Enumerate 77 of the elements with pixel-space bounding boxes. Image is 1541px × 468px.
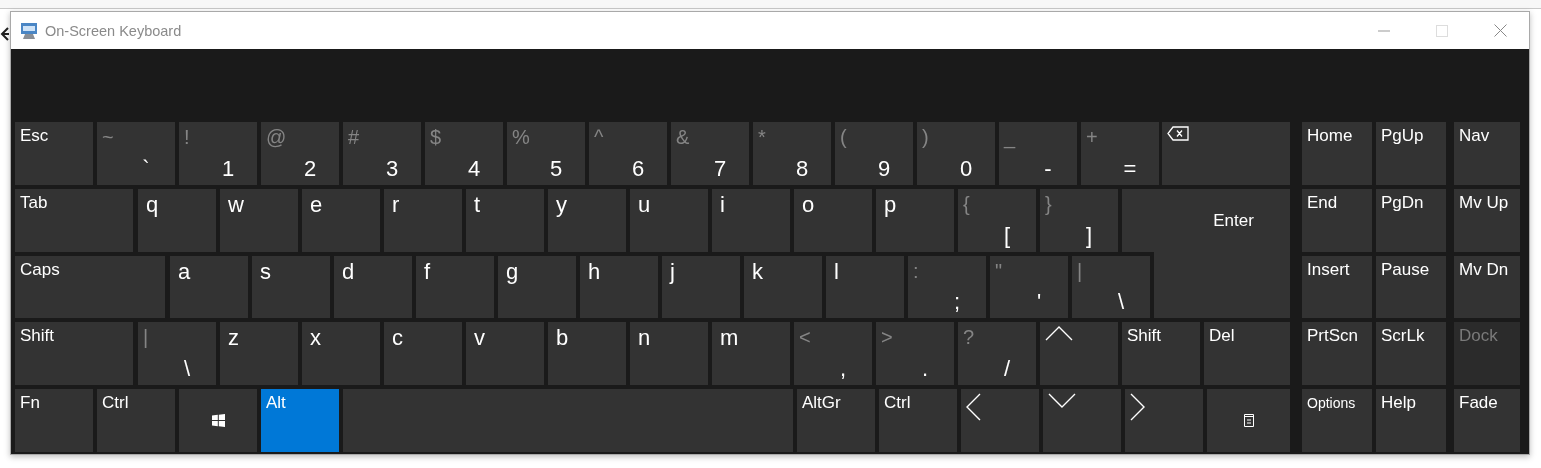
keyboard-key[interactable]: Shift: [1122, 322, 1200, 385]
keyboard-key[interactable]: Del: [1204, 322, 1290, 385]
keyboard-key[interactable]: f: [416, 256, 494, 318]
keyboard-key[interactable]: Shift: [15, 322, 133, 385]
keyboard-key[interactable]: j: [662, 256, 740, 318]
keyboard-key[interactable]: w: [220, 189, 298, 252]
keyboard-key[interactable]: Ctrl: [97, 389, 175, 452]
keyboard-key[interactable]: > .: [876, 322, 954, 385]
keyboard-key[interactable]: Options: [1302, 389, 1372, 452]
keyboard-key[interactable]: r: [384, 189, 462, 252]
maximize-icon[interactable]: [1436, 24, 1448, 37]
windows-icon: [211, 414, 225, 427]
keyboard-key[interactable]: e: [302, 189, 380, 252]
keyboard-key[interactable]: n: [630, 322, 708, 385]
chevron-left-icon: [966, 393, 981, 421]
minimize-icon[interactable]: [1378, 29, 1390, 32]
keyboard-key[interactable]: Mv Dn: [1454, 256, 1520, 318]
keyboard-key[interactable]: z: [220, 322, 298, 385]
keyboard-key[interactable]: Pause: [1376, 256, 1446, 318]
keyboard-key[interactable]: : ;: [908, 256, 986, 318]
keyboard-key[interactable]: End: [1302, 189, 1372, 252]
backspace-icon: [1167, 126, 1189, 141]
keyboard-key[interactable]: ScrLk: [1376, 322, 1446, 385]
keyboard-key[interactable]: Alt: [261, 389, 339, 452]
keyboard-key[interactable]: Caps: [15, 256, 165, 318]
keyboard-key[interactable]: Mv Up: [1454, 189, 1520, 252]
keyboard-key[interactable]: m: [712, 322, 790, 385]
keyboard-key[interactable]: Fn: [15, 389, 93, 452]
keyboard-key[interactable]: Help: [1376, 389, 1446, 452]
keyboard-key[interactable]: q: [138, 189, 216, 252]
keyboard-key[interactable]: Nav: [1454, 122, 1520, 185]
keyboard-key[interactable]: + =: [1081, 122, 1159, 185]
keyboard-key[interactable]: } ]: [1040, 189, 1118, 252]
keyboard-key[interactable]: | \: [138, 322, 216, 385]
keyboard-key[interactable]: g: [498, 256, 576, 318]
keyboard-key[interactable]: b: [548, 322, 626, 385]
keyboard-key[interactable]: Tab: [15, 189, 133, 252]
keyboard-key[interactable]: c: [384, 322, 462, 385]
keyboard-key[interactable]: { [: [958, 189, 1036, 252]
back-arrow-icon[interactable]: [0, 27, 9, 41]
window-title: On-Screen Keyboard: [45, 22, 183, 39]
keyboard-key[interactable]: u: [630, 189, 708, 252]
keyboard-key[interactable]: h: [580, 256, 658, 318]
keyboard-key[interactable]: [179, 389, 257, 452]
keyboard-key[interactable]: Insert: [1302, 256, 1372, 318]
chevron-right-icon: [1130, 393, 1145, 421]
keyboard-key[interactable]: p: [876, 189, 954, 252]
keyboard-key[interactable]: l: [826, 256, 904, 318]
keyboard-key[interactable]: Ctrl: [879, 389, 957, 452]
keyboard-key[interactable]: Fade: [1454, 389, 1520, 452]
menu-key-icon: [1243, 414, 1254, 427]
keyboard-key[interactable]: s: [252, 256, 330, 318]
keyboard-key[interactable]: ) 0: [917, 122, 995, 185]
chevron-down-icon: [1048, 393, 1076, 408]
close-icon[interactable]: [1493, 24, 1507, 37]
keyboard-key[interactable]: Home: [1302, 122, 1372, 185]
keyboard-key[interactable]: PgDn: [1376, 189, 1446, 252]
keyboard-key[interactable]: k: [744, 256, 822, 318]
keyboard-key[interactable]: v: [466, 322, 544, 385]
keyboard-key[interactable]: o: [794, 189, 872, 252]
keyboard-key[interactable]: t: [466, 189, 544, 252]
keyboard-key[interactable]: i: [712, 189, 790, 252]
keyboard-key[interactable]: " ': [990, 256, 1068, 318]
keyboard-key[interactable]: x: [302, 322, 380, 385]
keyboard-key[interactable]: PgUp: [1376, 122, 1446, 185]
keyboard-key[interactable]: a: [170, 256, 248, 318]
keyboard-key[interactable]: PrtScn: [1302, 322, 1372, 385]
keyboard-key[interactable]: d: [334, 256, 412, 318]
keyboard-key[interactable]: ? /: [958, 322, 1036, 385]
keyboard-key[interactable]: AltGr: [797, 389, 875, 452]
keyboard-key[interactable]: Esc: [15, 122, 93, 185]
keyboard-key[interactable]: y: [548, 189, 626, 252]
keyboard-key[interactable]: | \: [1072, 256, 1150, 318]
chevron-up-icon: [1045, 326, 1073, 341]
keyboard-key[interactable]: _ -: [999, 122, 1077, 185]
keyboard-monitor-icon: [20, 21, 38, 40]
keyboard-key[interactable]: < ,: [794, 322, 872, 385]
